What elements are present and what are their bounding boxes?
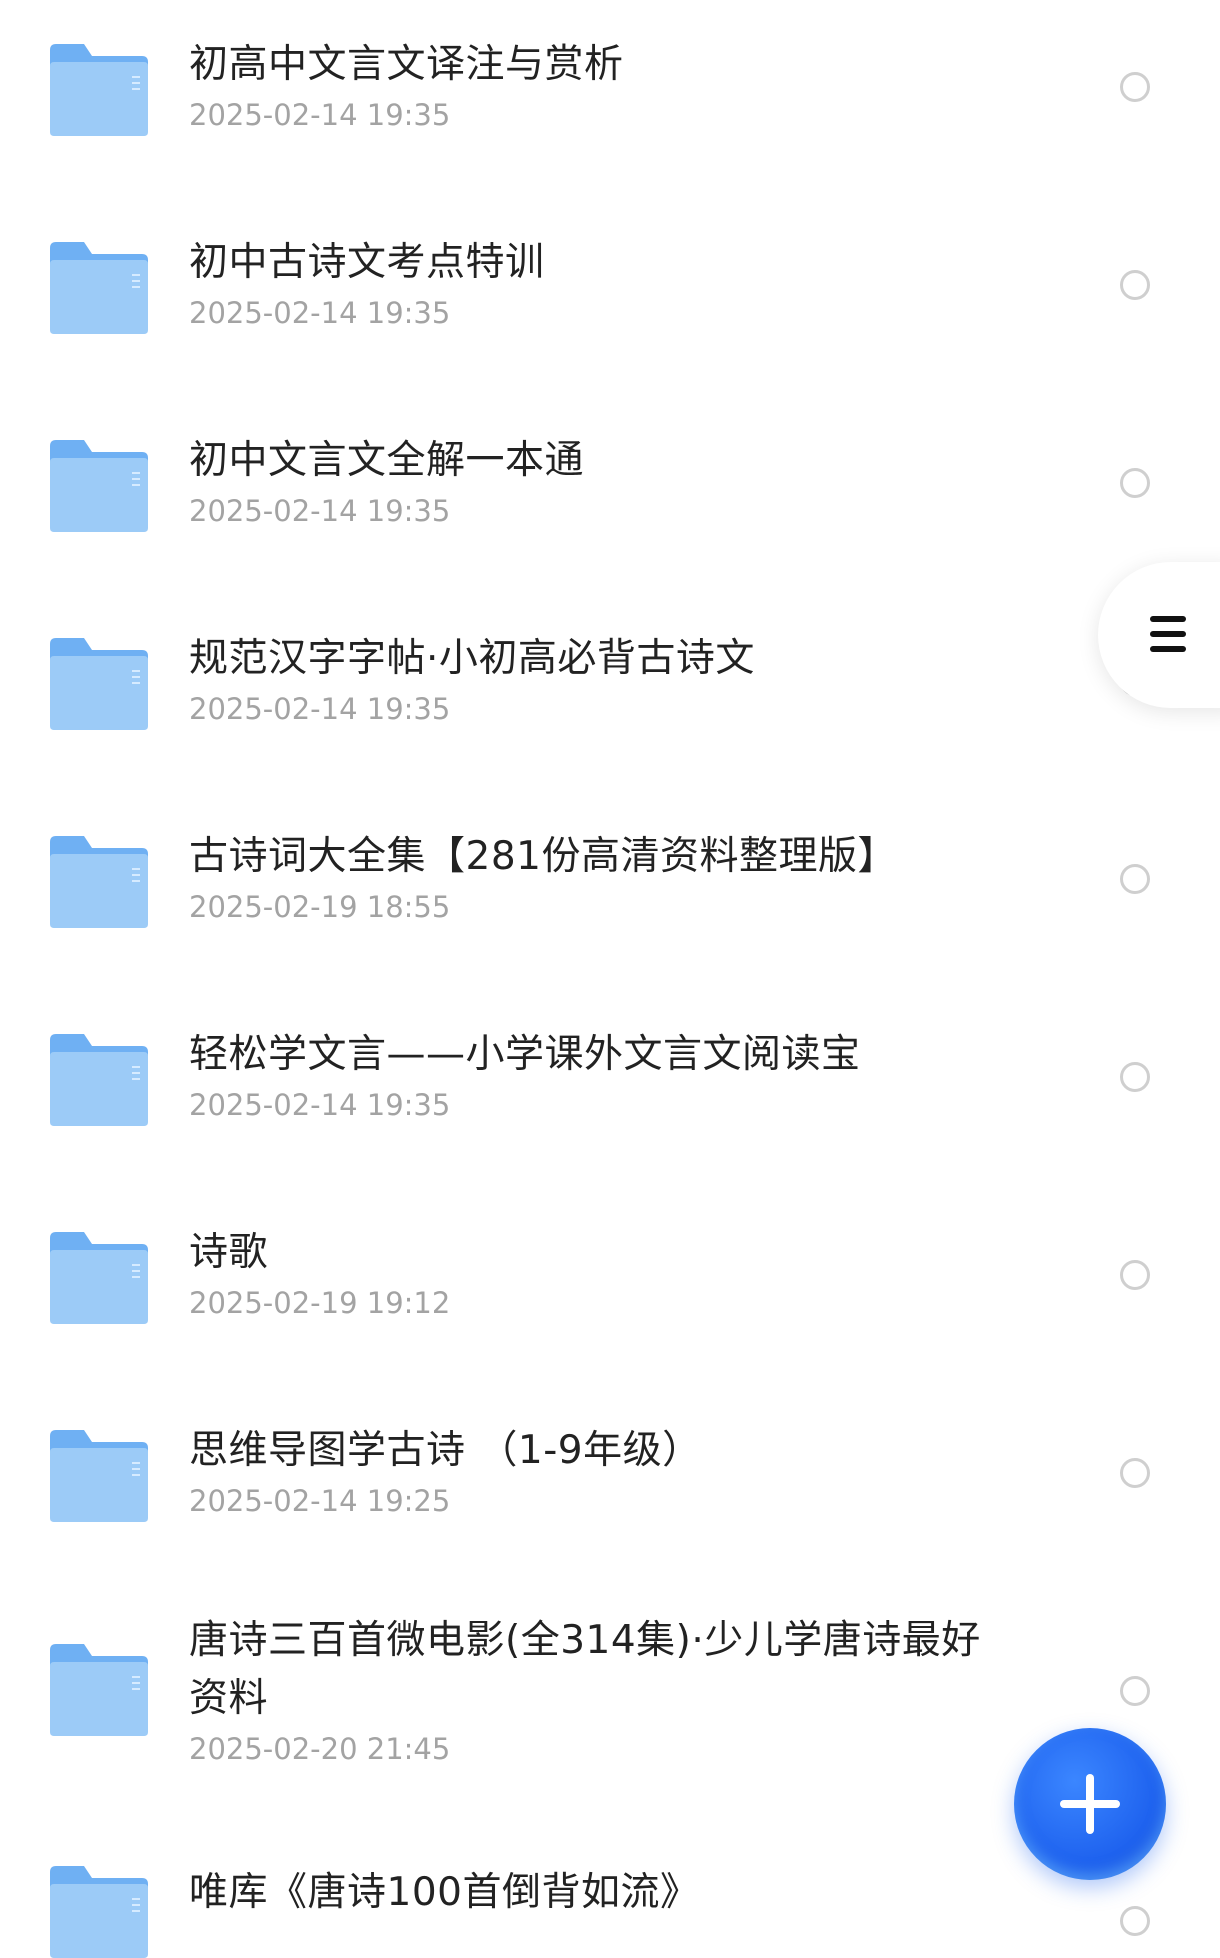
- file-name: 规范汉字字帖·小初高必背古诗文: [189, 636, 755, 681]
- plus-icon: [1060, 1774, 1120, 1834]
- folder-icon: [50, 1866, 148, 1958]
- menu-icon: [1150, 616, 1186, 652]
- list-item[interactable]: 轻松学文言——小学课外文言文阅读宝 2025-02-14 19:35: [0, 990, 1220, 1188]
- file-name: 初中古诗文考点特训: [189, 240, 545, 285]
- list-item[interactable]: 思维导图学古诗 （1-9年级） 2025-02-14 19:25: [0, 1386, 1220, 1584]
- file-time: 2025-02-14 19:35: [189, 1088, 451, 1122]
- folder-icon: [50, 1232, 148, 1324]
- folder-icon: [50, 1644, 148, 1736]
- file-name: 思维导图学古诗 （1-9年级）: [189, 1428, 702, 1473]
- radio-circle-icon[interactable]: [1120, 468, 1150, 498]
- radio-circle-icon[interactable]: [1120, 1906, 1150, 1936]
- folder-icon: [50, 440, 148, 532]
- file-time: 2025-02-19 19:12: [189, 1286, 451, 1320]
- file-time: 2025-02-19 18:55: [189, 890, 451, 924]
- list-item[interactable]: 古诗词大全集【281份高清资料整理版】 2025-02-19 18:55: [0, 792, 1220, 990]
- file-name: 唐诗三百首微电影(全314集)·少儿学唐诗最好资料: [189, 1618, 981, 1721]
- radio-circle-icon[interactable]: [1120, 270, 1150, 300]
- folder-icon: [50, 242, 148, 334]
- file-name: 唯库《唐诗100首倒背如流》: [189, 1870, 700, 1915]
- radio-circle-icon[interactable]: [1120, 1458, 1150, 1488]
- list-item[interactable]: 初高中文言文译注与赏析 2025-02-14 19:35: [0, 0, 1220, 198]
- file-name: 古诗词大全集【281份高清资料整理版】: [189, 834, 897, 879]
- radio-circle-icon[interactable]: [1120, 1260, 1150, 1290]
- folder-icon: [50, 1034, 148, 1126]
- file-time: 2025-02-14 19:25: [189, 1484, 451, 1518]
- list-item[interactable]: 诗歌 2025-02-19 19:12: [0, 1188, 1220, 1386]
- radio-circle-icon[interactable]: [1120, 1676, 1150, 1706]
- file-time: 2025-02-14 19:35: [189, 98, 451, 132]
- file-name: 诗歌: [189, 1230, 269, 1275]
- radio-circle-icon[interactable]: [1120, 1062, 1150, 1092]
- radio-circle-icon[interactable]: [1120, 72, 1150, 102]
- folder-icon: [50, 836, 148, 928]
- radio-circle-icon[interactable]: [1120, 864, 1150, 894]
- file-time: 2025-02-20 21:45: [189, 1732, 451, 1766]
- folder-icon: [50, 638, 148, 730]
- file-name: 轻松学文言——小学课外文言文阅读宝: [189, 1032, 861, 1077]
- file-time: 2025-02-14 19:35: [189, 296, 451, 330]
- file-name: 初高中文言文译注与赏析: [189, 42, 624, 87]
- folder-icon: [50, 44, 148, 136]
- file-time: 2025-02-14 19:35: [189, 692, 451, 726]
- file-name: 初中文言文全解一本通: [189, 438, 585, 483]
- list-item[interactable]: 规范汉字字帖·小初高必背古诗文 2025-02-14 19:35: [0, 594, 1220, 792]
- list-item[interactable]: 初中古诗文考点特训 2025-02-14 19:35: [0, 198, 1220, 396]
- folder-icon: [50, 1430, 148, 1522]
- add-button[interactable]: [1014, 1728, 1166, 1880]
- file-time: 2025-02-14 19:35: [189, 494, 451, 528]
- list-item[interactable]: 初中文言文全解一本通 2025-02-14 19:35: [0, 396, 1220, 594]
- file-list: 初高中文言文译注与赏析 2025-02-14 19:35 初中古诗文考点特训 2…: [0, 0, 1220, 1958]
